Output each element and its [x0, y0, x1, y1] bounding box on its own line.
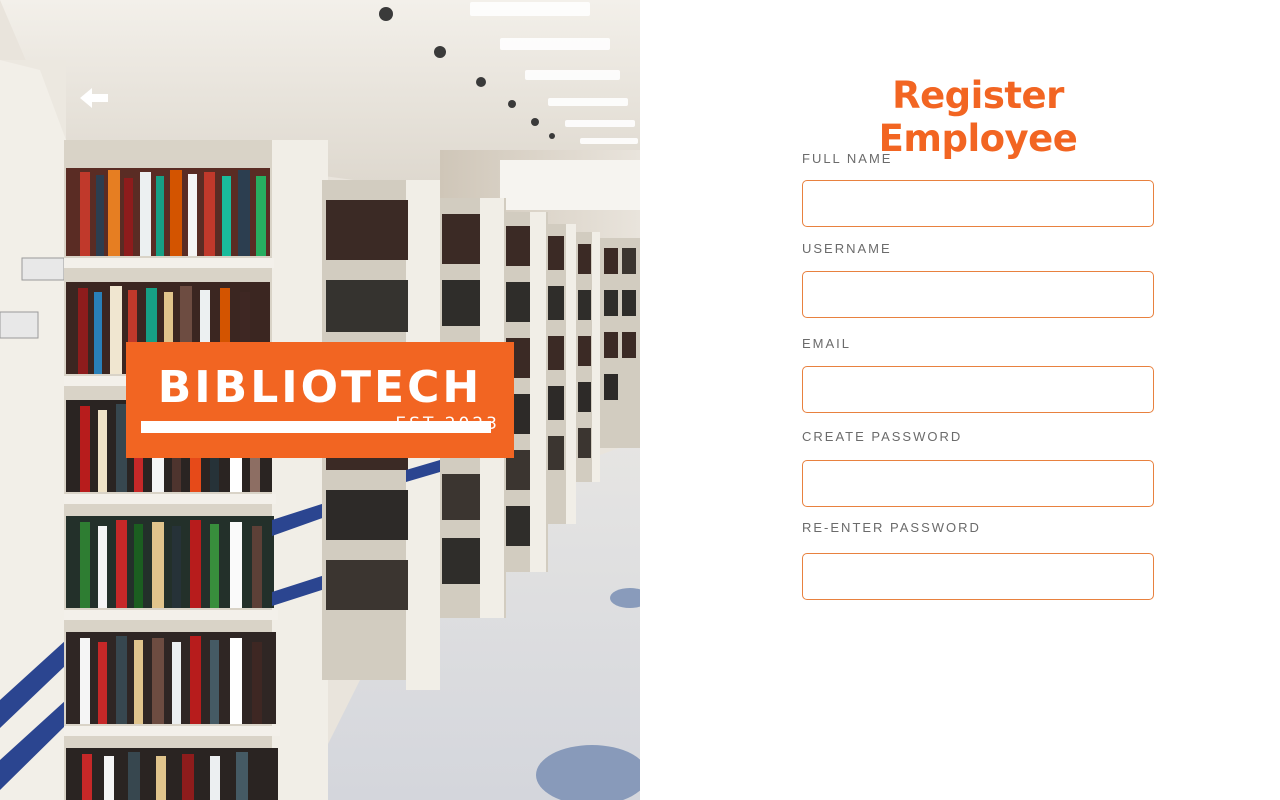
re-enter-password-input[interactable] — [802, 553, 1154, 600]
username-label: USERNAME — [802, 241, 892, 256]
logo-established: EST 2023 — [395, 414, 500, 434]
full-name-input[interactable] — [802, 180, 1154, 227]
create-password-input[interactable] — [802, 460, 1154, 507]
email-input[interactable] — [802, 366, 1154, 413]
page-title: Register Employee — [878, 74, 1078, 160]
arrow-left-icon — [80, 88, 108, 108]
library-photo: BIBLIOTECH EST 2023 — [0, 0, 640, 800]
email-label: EMAIL — [802, 336, 852, 351]
logo-title: BIBLIOTECH — [157, 362, 483, 413]
bibliotech-logo: BIBLIOTECH EST 2023 — [126, 342, 514, 458]
re-enter-password-label: RE-ENTER PASSWORD — [802, 520, 981, 535]
full-name-label: FULL NAME — [802, 151, 893, 166]
back-button[interactable] — [76, 84, 112, 114]
username-input[interactable] — [802, 271, 1154, 318]
create-password-label: CREATE PASSWORD — [802, 429, 963, 444]
